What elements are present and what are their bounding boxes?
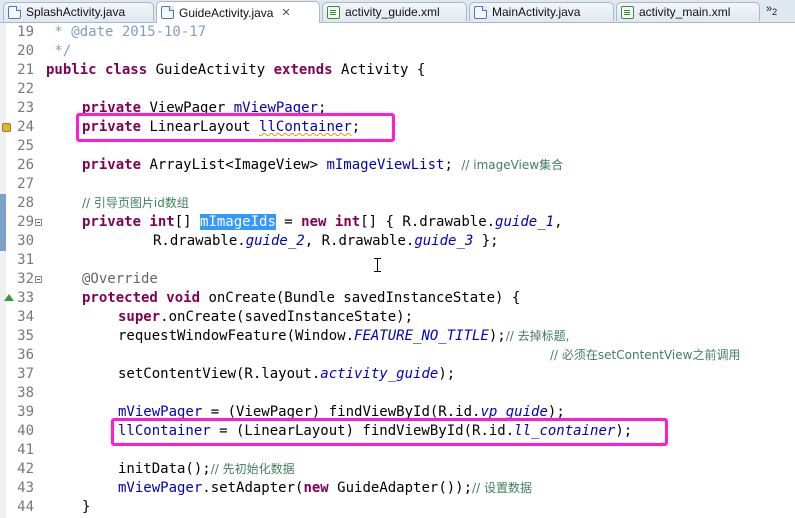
code-line-42[interactable]: initData();// 先初始化数据 — [118, 460, 295, 479]
line-number: 41 — [17, 442, 34, 458]
override-marker-icon[interactable] — [4, 294, 14, 301]
line-number: 32 — [17, 271, 34, 287]
line-number: 22 — [17, 81, 34, 97]
selected-text: mImageIds — [200, 214, 276, 230]
code-line-32[interactable]: @Override — [82, 270, 158, 289]
tab-main-activity[interactable]: MainActivity.java — [469, 2, 614, 21]
line-number: 36 — [17, 347, 34, 363]
code-line-43[interactable]: mViewPager.setAdapter(new GuideAdapter()… — [118, 479, 532, 498]
code-line-28[interactable]: // 引导页图片id数组 — [82, 194, 189, 213]
line-number: 42 — [17, 461, 34, 477]
line-number: 43 — [17, 480, 34, 496]
line-number: 38 — [17, 385, 34, 401]
line-number: 29 — [17, 214, 34, 230]
code-line-36[interactable]: // 必须在setContentView之前调用 — [550, 346, 740, 365]
fold-collapse-icon[interactable] — [35, 219, 42, 226]
line-number: 20 — [17, 43, 34, 59]
code-line-35[interactable]: requestWindowFeature(Window.FEATURE_NO_T… — [118, 327, 569, 346]
code-line-19[interactable]: * @date 2015-10-17 — [46, 23, 206, 42]
tab-label: activity_guide.xml — [345, 5, 440, 19]
code-line-37[interactable]: setContentView(R.layout.activity_guide); — [118, 365, 455, 384]
line-number: 39 — [17, 404, 34, 420]
code-line-21[interactable]: public class GuideActivity extends Activ… — [46, 61, 425, 80]
code-line-30[interactable]: R.drawable.guide_2, R.drawable.guide_3 }… — [153, 232, 499, 251]
tab-label: activity_main.xml — [639, 5, 731, 19]
xml-file-icon — [621, 5, 634, 19]
tab-overflow-button[interactable]: »2 — [766, 3, 777, 17]
line-number: 31 — [17, 252, 34, 268]
line-number: 27 — [17, 176, 34, 192]
code-line-44[interactable]: } — [82, 498, 90, 517]
editor-tab-bar: SplashActivity.java GuideActivity.java ✕… — [0, 0, 795, 23]
line-number: 30 — [17, 233, 34, 249]
code-line-34[interactable]: super.onCreate(savedInstanceState); — [118, 308, 413, 327]
code-line-26[interactable]: private ArrayList<ImageView> mImageViewL… — [82, 156, 563, 175]
tab-label: MainActivity.java — [492, 5, 581, 19]
highlight-box-llcontainer-field — [76, 113, 395, 142]
line-number: 19 — [17, 24, 34, 40]
tab-label: GuideActivity.java — [179, 5, 274, 20]
hidden-tab-count: 2 — [772, 7, 778, 18]
code-line-20[interactable]: */ — [46, 42, 71, 61]
line-number: 37 — [17, 366, 34, 382]
fold-collapse-icon[interactable] — [35, 276, 42, 283]
line-number: 26 — [17, 157, 34, 173]
close-icon[interactable]: ✕ — [281, 6, 290, 19]
line-number: 35 — [17, 328, 34, 344]
line-number: 40 — [17, 423, 34, 439]
line-number: 34 — [17, 309, 34, 325]
xml-file-icon — [327, 5, 340, 19]
line-number: 25 — [17, 138, 34, 154]
java-file-icon — [161, 6, 174, 19]
java-file-icon — [8, 5, 21, 19]
line-number: 44 — [17, 499, 34, 515]
line-number: 21 — [17, 62, 34, 78]
java-file-icon — [474, 5, 487, 19]
line-number: 23 — [17, 100, 34, 116]
code-line-33[interactable]: protected void onCreate(Bundle savedInst… — [82, 289, 520, 308]
tab-splash-activity[interactable]: SplashActivity.java — [3, 2, 154, 21]
tab-label: SplashActivity.java — [26, 5, 126, 19]
warning-icon[interactable] — [2, 123, 11, 132]
tab-activity-guide-xml[interactable]: activity_guide.xml — [322, 2, 467, 21]
line-number: 28 — [17, 195, 34, 211]
tab-guide-activity[interactable]: GuideActivity.java ✕ — [156, 1, 320, 23]
highlight-box-llcontainer-findviewbyid — [111, 418, 668, 446]
tab-activity-main-xml[interactable]: activity_main.xml — [616, 2, 760, 21]
text-cursor-icon — [374, 258, 382, 272]
code-line-29[interactable]: private int[] mImageIds = new int[] { R.… — [82, 213, 563, 232]
